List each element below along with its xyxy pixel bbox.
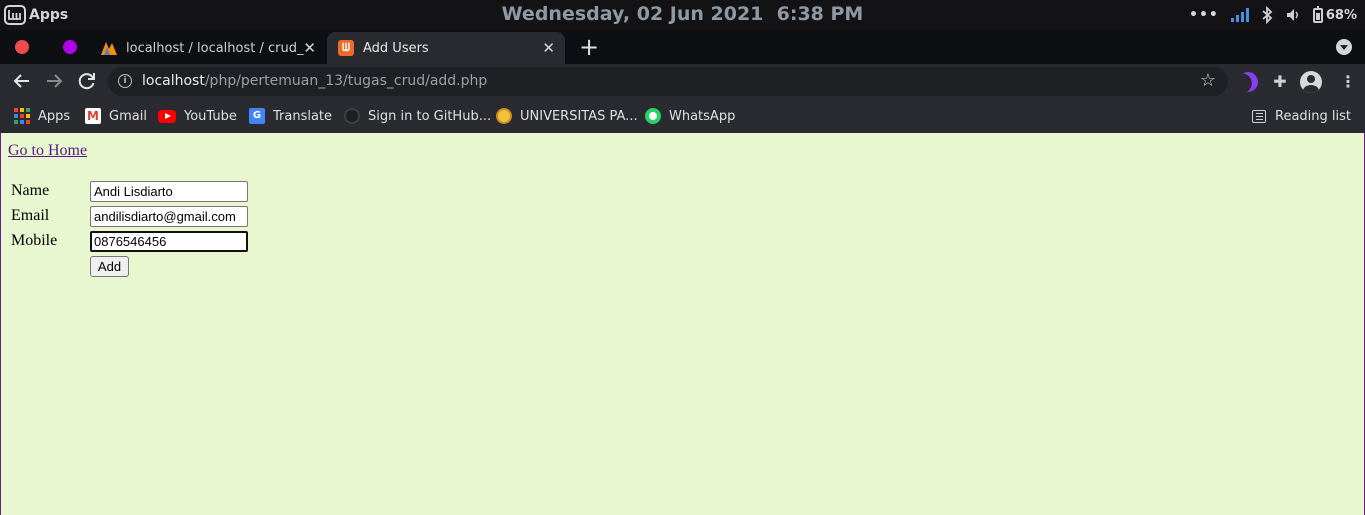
os-apps-menu[interactable]: Apps — [4, 4, 68, 26]
back-arrow-icon[interactable] — [10, 70, 34, 92]
bookmark-label: YouTube — [184, 108, 237, 124]
site-info-icon[interactable]: i — [118, 74, 132, 88]
window-dot-icon[interactable] — [63, 40, 77, 54]
translate-icon: G — [249, 108, 265, 124]
extensions-puzzle-icon[interactable]: ✚ — [1270, 72, 1290, 92]
tab-phpmyadmin[interactable]: localhost / localhost / crud_db ✕ — [90, 32, 326, 64]
youtube-icon — [158, 109, 176, 123]
tab-title: Add Users — [363, 40, 429, 56]
browser-tab-strip: localhost / localhost / crud_db ✕ ᗯ Add … — [0, 30, 1365, 64]
os-apps-label: Apps — [29, 7, 69, 23]
bluetooth-icon[interactable] — [1261, 6, 1273, 24]
reading-list-label: Reading list — [1275, 108, 1351, 124]
dark-mode-extension-icon[interactable] — [1234, 68, 1261, 95]
email-label: Email — [11, 207, 50, 224]
go-to-home-link[interactable]: Go to Home — [8, 142, 87, 160]
bookmark-label: UNIVERSITAS PA... — [520, 108, 638, 124]
name-label: Name — [11, 182, 50, 199]
bookmark-gmail[interactable]: M Gmail — [85, 106, 147, 126]
close-tab-icon[interactable]: ✕ — [542, 39, 555, 57]
bookmark-youtube[interactable]: YouTube — [158, 106, 237, 126]
new-tab-button[interactable]: + — [578, 34, 600, 60]
browser-toolbar: i localhost/php/pertemuan_13/tugas_crud/… — [0, 64, 1365, 98]
network-signal-icon[interactable] — [1230, 8, 1249, 22]
whatsapp-icon — [645, 108, 661, 124]
mobile-field[interactable] — [90, 231, 248, 252]
battery-indicator[interactable]: 68% — [1312, 5, 1357, 23]
close-window-icon[interactable] — [15, 40, 29, 54]
browser-menu-icon[interactable]: ⋮ — [1338, 72, 1358, 92]
os-top-panel: Apps Wednesday, 02 Jun 2021 6:38 PM ••• … — [0, 0, 1365, 30]
mobile-label: Mobile — [11, 232, 58, 249]
bookmark-label: Apps — [38, 108, 71, 124]
email-field[interactable] — [90, 206, 248, 227]
battery-percent: 68% — [1325, 7, 1357, 23]
bookmarks-bar: Apps M Gmail YouTube G Translate Sign in… — [0, 98, 1365, 133]
name-field[interactable] — [90, 181, 248, 202]
bookmark-star-icon[interactable]: ☆ — [1200, 70, 1216, 91]
add-button[interactable]: Add — [90, 256, 129, 277]
close-tab-icon[interactable]: ✕ — [303, 39, 316, 57]
tab-title: localhost / localhost / crud_db — [126, 40, 304, 56]
url-host: localhost — [142, 73, 205, 89]
mint-logo-icon — [4, 5, 26, 25]
xampp-icon: ᗯ — [338, 40, 354, 56]
more-tray-icon[interactable]: ••• — [1189, 7, 1219, 23]
page-viewport: Go to Home Name Email Mobile Add — [0, 133, 1365, 515]
volume-icon[interactable] — [1285, 7, 1301, 23]
gmail-icon: M — [85, 108, 101, 124]
battery-icon — [1312, 5, 1323, 23]
forward-arrow-icon[interactable] — [42, 70, 66, 92]
bookmark-whatsapp[interactable]: WhatsApp — [645, 106, 735, 126]
reading-list-button[interactable]: Reading list — [1252, 106, 1351, 126]
system-tray: ••• 68% — [1189, 4, 1357, 26]
url-path: /php/pertemuan_13/tugas_crud/add.php — [204, 73, 488, 89]
bookmark-github[interactable]: Sign in to GitHub... — [344, 106, 491, 126]
profile-avatar-icon[interactable] — [1300, 71, 1322, 93]
url-text[interactable]: localhost/php/pertemuan_13/tugas_crud/ad… — [142, 73, 487, 89]
bookmark-translate[interactable]: G Translate — [249, 106, 332, 126]
address-bar[interactable]: i localhost/php/pertemuan_13/tugas_crud/… — [108, 67, 1228, 96]
apps-grid-icon — [14, 108, 30, 124]
bookmark-label: Gmail — [109, 108, 147, 124]
bookmark-universitas[interactable]: UNIVERSITAS PA... — [496, 106, 638, 126]
university-icon — [496, 108, 512, 124]
bookmark-label: Translate — [273, 108, 333, 124]
reload-icon[interactable] — [75, 70, 99, 92]
tab-search-icon[interactable] — [1336, 39, 1352, 55]
bookmark-apps[interactable]: Apps — [14, 106, 70, 126]
os-clock[interactable]: Wednesday, 02 Jun 2021 6:38 PM — [502, 3, 864, 25]
bookmark-label: Sign in to GitHub... — [368, 108, 492, 124]
reading-list-icon — [1252, 109, 1266, 123]
phpmyadmin-icon — [101, 42, 117, 55]
bookmark-label: WhatsApp — [669, 108, 736, 124]
tab-add-users[interactable]: ᗯ Add Users ✕ — [327, 32, 565, 64]
github-icon — [344, 108, 360, 124]
